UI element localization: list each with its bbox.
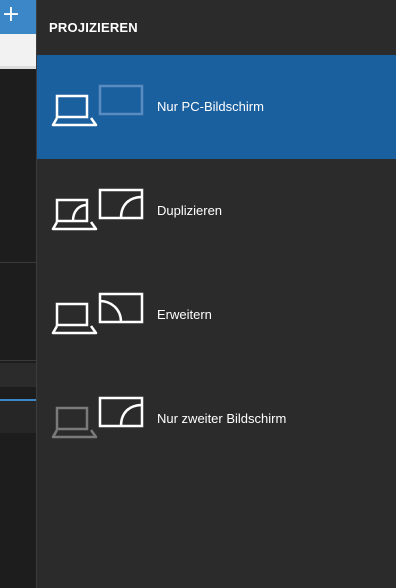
background-app-window: + [0, 0, 36, 588]
option-label: Nur PC-Bildschirm [157, 99, 264, 114]
option-extend[interactable]: Erweitern [37, 263, 396, 367]
background-content [0, 69, 36, 588]
option-second-screen-only[interactable]: Nur zweiter Bildschirm [37, 367, 396, 471]
option-pc-screen-only[interactable]: Nur PC-Bildschirm [37, 55, 396, 159]
pc-screen-only-icon [51, 84, 144, 127]
screen: + PROJIZIEREN Nur PC-Bildschirm Duplizie… [0, 0, 396, 588]
background-divider [0, 360, 36, 361]
background-row [0, 363, 36, 387]
option-duplicate[interactable]: Duplizieren [37, 159, 396, 263]
background-address-bar[interactable] [0, 34, 36, 66]
background-row [0, 401, 36, 433]
option-label: Erweitern [157, 307, 212, 322]
second-screen-only-icon [51, 396, 144, 439]
new-tab-button[interactable]: + [0, 0, 22, 32]
option-label: Duplizieren [157, 203, 223, 218]
extend-icon [51, 292, 144, 335]
project-panel: PROJIZIEREN Nur PC-Bildschirm Dupliziere… [36, 0, 396, 588]
background-divider [0, 262, 36, 263]
panel-title: PROJIZIEREN [49, 20, 138, 35]
duplicate-icon [51, 188, 144, 231]
option-label: Nur zweiter Bildschirm [157, 411, 287, 426]
